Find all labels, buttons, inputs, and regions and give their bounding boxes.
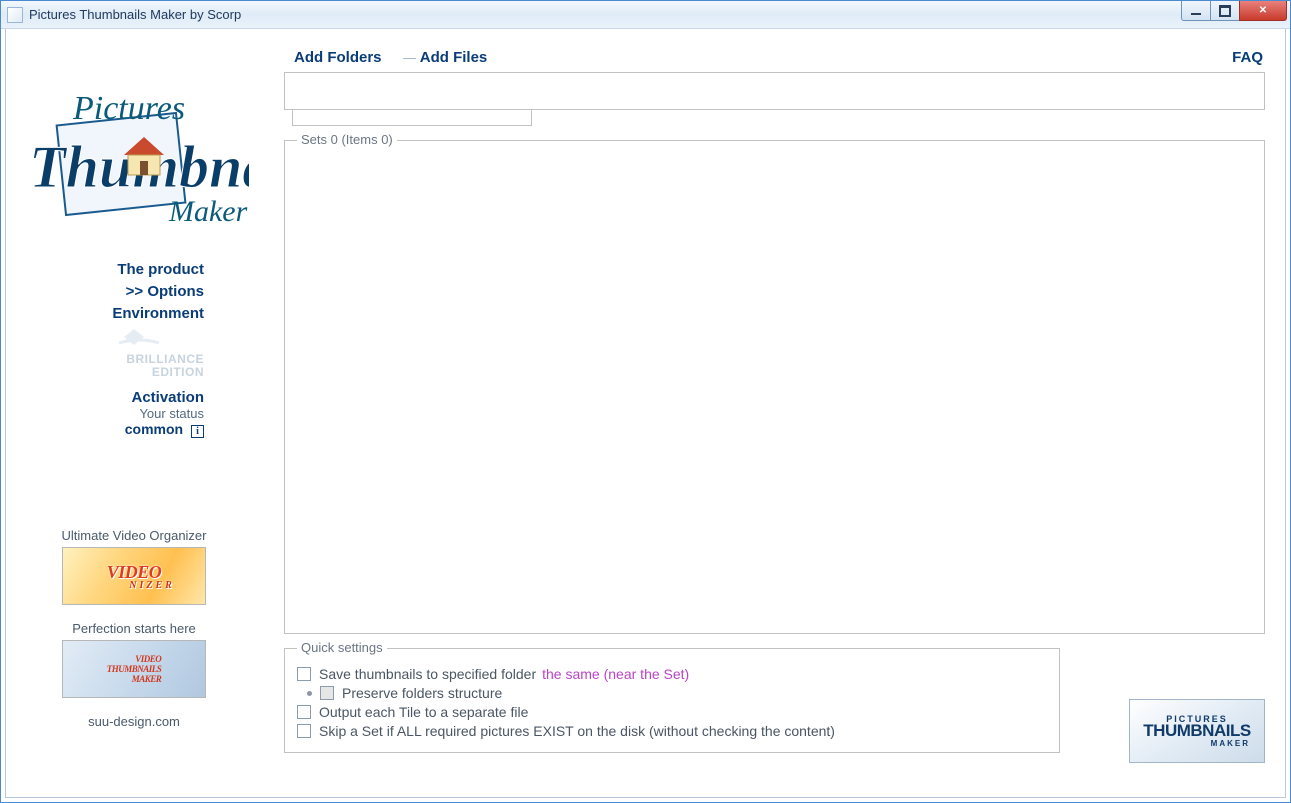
add-files-button[interactable]: Add Files	[420, 49, 488, 66]
topbar: Add Folders — Add Files FAQ	[272, 49, 1265, 72]
bullet-icon	[307, 691, 312, 696]
status-value-text: common	[125, 421, 183, 437]
qs-save-row: Save thumbnails to specified folder the …	[297, 666, 1047, 682]
qs-output-checkbox[interactable]	[297, 705, 311, 719]
maximize-button[interactable]	[1210, 1, 1240, 21]
promo-uvo-badge: VIDEO	[107, 562, 162, 582]
titlebar[interactable]: Pictures Thumbnails Maker by Scorp	[1, 1, 1290, 29]
qs-skip-checkbox[interactable]	[297, 724, 311, 738]
main-area: Add Folders — Add Files FAQ Sets 0 (Item…	[272, 49, 1265, 777]
corner-logo[interactable]: PICTURES THUMBNAILS MAKER	[1129, 699, 1265, 763]
promo-uvo-badge2: NIZER	[93, 580, 175, 591]
qs-output-row: Output each Tile to a separate file	[297, 704, 1047, 720]
qs-skip-row: Skip a Set if ALL required pictures EXIS…	[297, 723, 1047, 739]
promo-block: Ultimate Video Organizer VIDEO NIZER Per…	[14, 528, 254, 729]
sets-list[interactable]: Sets 0 (Items 0)	[284, 140, 1265, 634]
svg-text:Maker: Maker	[168, 195, 248, 228]
qs-output-label: Output each Tile to a separate file	[319, 704, 528, 720]
info-icon[interactable]: i	[191, 425, 204, 438]
window-title: Pictures Thumbnails Maker by Scorp	[29, 7, 241, 22]
close-button[interactable]	[1239, 1, 1287, 21]
minimize-button[interactable]	[1181, 1, 1211, 21]
nav: The product >> Options Environment	[14, 259, 254, 325]
promo-uvo-image[interactable]: VIDEO NIZER	[62, 547, 206, 605]
promo-vtm-l1: VIDEO	[107, 654, 162, 664]
app-icon	[7, 7, 23, 23]
corner-l3: MAKER	[1211, 739, 1250, 748]
qs-save-checkbox[interactable]	[297, 667, 311, 681]
path-sub-box[interactable]	[292, 110, 532, 126]
promo-vtm-image[interactable]: VIDEO THUMBNAILS MAKER	[62, 640, 206, 698]
sets-legend: Sets 0 (Items 0)	[297, 132, 397, 147]
nav-activation[interactable]: Activation	[14, 389, 254, 406]
quick-settings: Quick settings Save thumbnails to specif…	[284, 648, 1060, 753]
qs-save-hint[interactable]: the same (near the Set)	[542, 666, 689, 682]
sidebar: Pictures Thumbnails Maker The product >>…	[14, 49, 254, 787]
promo-perf-title: Perfection starts here	[14, 621, 254, 636]
app-logo: Pictures Thumbnails Maker	[19, 79, 249, 239]
qs-skip-label: Skip a Set if ALL required pictures EXIS…	[319, 723, 835, 739]
nav-product[interactable]: The product	[14, 259, 254, 281]
client-area: Pictures Thumbnails Maker The product >>…	[5, 29, 1286, 798]
add-folders-button[interactable]: Add Folders	[294, 49, 382, 66]
faq-link[interactable]: FAQ	[1232, 49, 1263, 66]
footer-link[interactable]: suu-design.com	[14, 714, 254, 729]
qs-preserve-checkbox[interactable]	[320, 686, 334, 700]
status-value: common i	[14, 421, 254, 438]
qs-save-label: Save thumbnails to specified folder	[319, 666, 536, 682]
svg-text:Pictures: Pictures	[72, 90, 185, 127]
quick-legend: Quick settings	[297, 640, 387, 655]
window-controls	[1182, 1, 1287, 21]
qs-preserve-label: Preserve folders structure	[342, 685, 502, 701]
corner-l2: THUMBNAILS	[1143, 721, 1250, 741]
brilliance-icon	[14, 321, 254, 349]
qs-preserve-row: Preserve folders structure	[297, 685, 1047, 701]
brilliance-edition-1: BRILLIANCE	[14, 353, 254, 366]
promo-vtm-l3: MAKER	[107, 674, 162, 684]
brilliance-edition-2: EDITION	[14, 366, 254, 379]
path-box[interactable]	[284, 72, 1265, 110]
promo-uvo-title: Ultimate Video Organizer	[14, 528, 254, 543]
status-label: Your status	[14, 406, 254, 421]
nav-options[interactable]: >> Options	[14, 281, 254, 303]
app-window: Pictures Thumbnails Maker by Scorp Pictu…	[0, 0, 1291, 803]
promo-vtm-l2: THUMBNAILS	[107, 664, 162, 674]
